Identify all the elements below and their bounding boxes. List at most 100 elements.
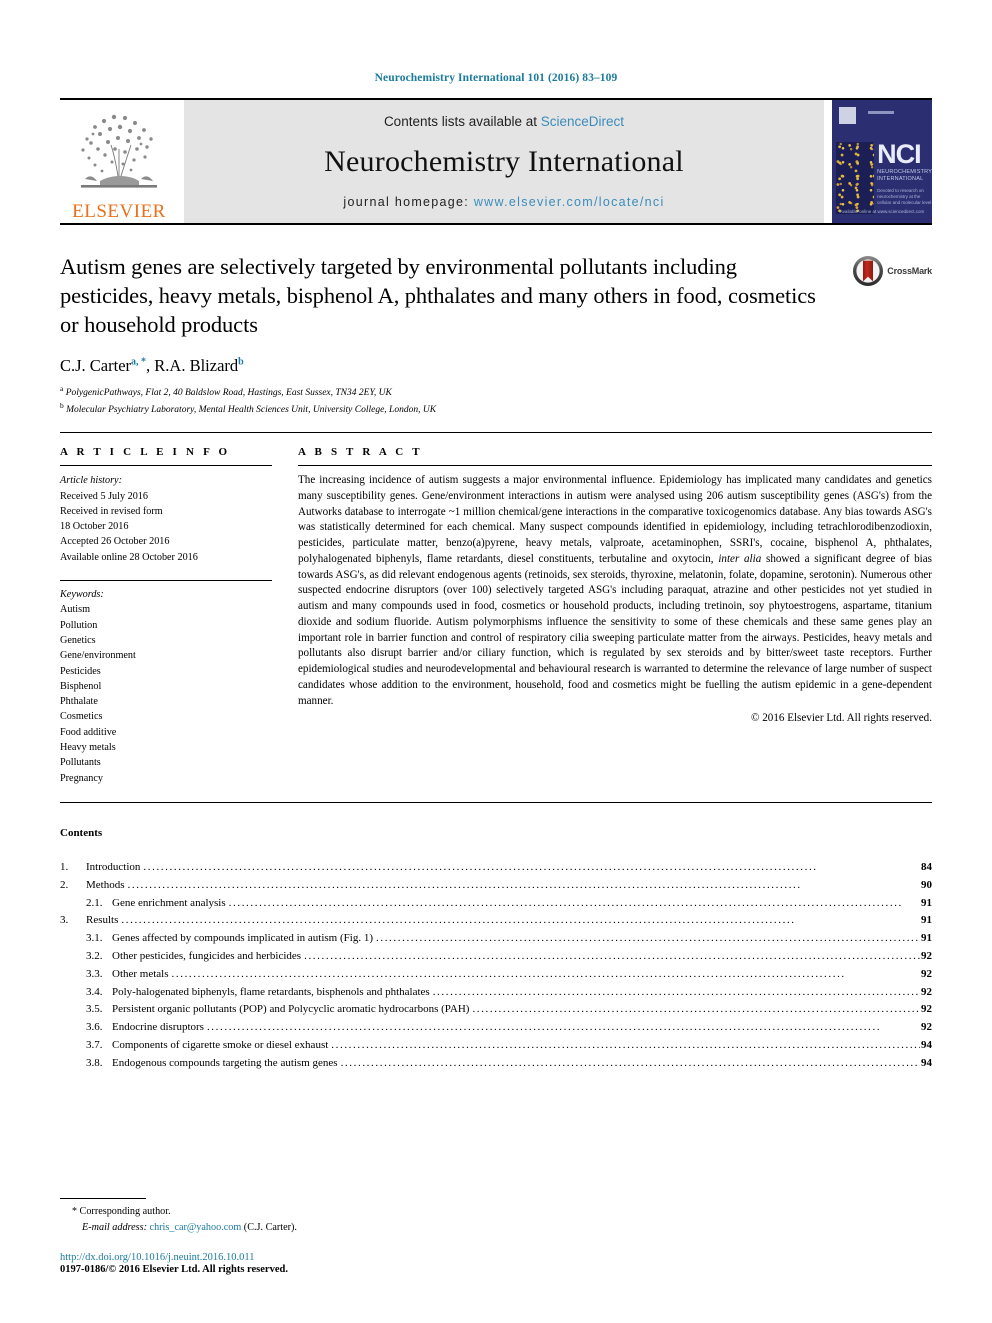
abstract-copyright: © 2016 Elsevier Ltd. All rights reserved…: [751, 712, 932, 725]
toc-row[interactable]: 1. Introduction ........................…: [60, 859, 932, 877]
toc-label[interactable]: Genes affected by compounds implicated i…: [112, 930, 373, 948]
toc-page: 92: [921, 949, 932, 962]
keywords-list: Keywords: Autism Pollution Genetics Gene…: [60, 587, 272, 786]
toc-label[interactable]: Poly-halogenated biphenyls, flame retard…: [112, 984, 430, 1002]
doi-link[interactable]: http://dx.doi.org/10.1016/j.neuint.2016.…: [60, 1252, 480, 1263]
abstract-heading: A B S T R A C T: [298, 446, 423, 459]
toc-row[interactable]: 3.7. Components of cigarette smoke or di…: [60, 1037, 932, 1055]
issn-copyright: 0197-0186/© 2016 Elsevier Ltd. All right…: [60, 1264, 288, 1275]
history-item: Received 5 July 2016: [60, 490, 148, 502]
toc-row[interactable]: 2. Methods .............................…: [60, 877, 932, 895]
cover-acronym: NCI: [877, 138, 921, 169]
toc-label[interactable]: Persistent organic pollutants (POP) and …: [112, 1001, 469, 1019]
page-title: Autism genes are selectively targeted by…: [60, 254, 816, 337]
email-label: E-mail address:: [82, 1221, 147, 1233]
affiliation-a: a PolygenicPathways, Flat 2, 40 Baldslow…: [60, 384, 932, 401]
elsevier-tree-icon: [81, 114, 157, 188]
email-line: E-mail address: chris_car@yahoo.com (C.J…: [60, 1220, 480, 1235]
toc-page: 94: [921, 1056, 932, 1069]
crossmark-badge[interactable]: CrossMark: [828, 253, 932, 287]
journal-masthead: ELSEVIER Contents lists available at Sci…: [60, 100, 932, 223]
footnote-rule: [60, 1198, 146, 1200]
history-item: Received in revised form: [60, 505, 163, 517]
table-of-contents: 1. Introduction ........................…: [60, 859, 932, 1073]
title-section-rule: [60, 432, 932, 434]
toc-row[interactable]: 3.2. Other pesticides, fungicides and he…: [60, 948, 932, 966]
affiliation-a-mark: a: [60, 384, 64, 394]
toc-page: 90: [921, 878, 932, 891]
contents-available-prefix: Contents lists available at: [383, 114, 541, 129]
toc-row[interactable]: 3.4. Poly-halogenated biphenyls, flame r…: [60, 984, 932, 1002]
history-item: Available online 28 October 2016: [60, 551, 198, 563]
toc-number: 3.3.: [86, 967, 103, 980]
toc-row[interactable]: 2.1. Gene enrichment analysis ..........…: [60, 895, 932, 913]
toc-row[interactable]: 3.3. Other metals ......................…: [60, 966, 932, 984]
author-list: C.J. Cartera, *, R.A. Blizardb: [60, 356, 244, 376]
toc-page: 92: [921, 1003, 932, 1016]
masthead-bottom-rule: [60, 223, 932, 225]
toc-label[interactable]: Other pesticides, fungicides and herbici…: [112, 948, 301, 966]
email-link[interactable]: chris_car@yahoo.com: [150, 1222, 242, 1233]
author-name-1: C.J. Carter: [60, 356, 132, 376]
toc-leader: ........................................…: [127, 878, 802, 891]
toc-number: 3.8.: [86, 1056, 103, 1069]
toc-page: 91: [921, 914, 932, 927]
toc-page: 92: [921, 967, 932, 980]
toc-number: 3.7.: [86, 1039, 103, 1051]
toc-label[interactable]: Introduction: [86, 859, 140, 877]
cover-top-rule: [868, 111, 894, 114]
article-info-heading: A R T I C L E I N F O: [60, 446, 231, 459]
contents-heading: Contents: [60, 826, 103, 839]
corresponding-author-marker: *: [72, 1206, 77, 1218]
toc-leader: ........................................…: [432, 985, 920, 998]
running-head: Neurochemistry International 101 (2016) …: [374, 72, 618, 84]
toc-label[interactable]: Gene enrichment analysis: [112, 895, 226, 913]
elsevier-logo: ELSEVIER: [60, 100, 178, 223]
toc-label[interactable]: Components of cigarette smoke or diesel …: [112, 1037, 328, 1055]
toc-number: 3.2.: [86, 949, 103, 962]
toc-row[interactable]: 3.5. Persistent organic pollutants (POP)…: [60, 1001, 932, 1019]
toc-page: 91: [921, 896, 932, 909]
keyword-item: Pregnancy: [60, 772, 103, 784]
journal-homepage-line: journal homepage: www.elsevier.com/locat…: [343, 195, 664, 209]
toc-row[interactable]: 3.1. Genes affected by compounds implica…: [60, 930, 932, 948]
abstract-column: A B S T R A C T The increasing incidence…: [298, 446, 932, 786]
keyword-item: Bisphenol: [60, 680, 102, 692]
toc-row[interactable]: 3. Results .............................…: [60, 912, 932, 930]
keyword-item: Cosmetics: [60, 711, 103, 723]
toc-label[interactable]: Other metals: [112, 966, 169, 984]
toc-leader: ........................................…: [143, 860, 818, 873]
doi-block: http://dx.doi.org/10.1016/j.neuint.2016.…: [60, 1252, 480, 1275]
toc-page: 94: [921, 1039, 932, 1051]
article-history-label: Article history:: [60, 475, 122, 487]
journal-homepage-link[interactable]: www.elsevier.com/locate/nci: [474, 195, 665, 209]
abstract-part1: The increasing incidence of autism sugge…: [298, 474, 932, 565]
affiliation-b-text: Molecular Psychiatry Laboratory, Mental …: [66, 405, 437, 416]
elsevier-wordmark: ELSEVIER: [72, 201, 166, 222]
keyword-item: Heavy metals: [60, 741, 116, 753]
abstract-rule: [298, 465, 932, 467]
toc-label[interactable]: Endocrine disruptors: [112, 1019, 204, 1037]
affiliation-list: a PolygenicPathways, Flat 2, 40 Baldslow…: [60, 384, 932, 418]
cover-titles: NCI NEUROCHEMISTRY INTERNATIONAL Devoted…: [874, 138, 932, 206]
toc-row[interactable]: 3.6. Endocrine disruptors ..............…: [60, 1019, 932, 1037]
page-footer: * Corresponding author. E-mail address: …: [60, 1198, 480, 1275]
keyword-item: Food additive: [60, 726, 117, 738]
toc-label[interactable]: Methods: [86, 877, 125, 895]
cover-middle-band: NCI NEUROCHEMISTRY INTERNATIONAL Devoted…: [832, 140, 932, 214]
abstract-section-rule: [60, 801, 932, 803]
abstract-part2: showed a significant degree of bias towa…: [298, 552, 932, 707]
abstract-italic-phrase: inter alia: [718, 552, 762, 565]
article-history: Article history: Received 5 July 2016 Re…: [60, 473, 272, 565]
crossmark-icon: [853, 256, 884, 286]
toc-row[interactable]: 3.8. Endogenous compounds targeting the …: [60, 1055, 932, 1073]
cover-artwork-image: [836, 141, 875, 214]
toc-leader: ........................................…: [171, 967, 846, 980]
toc-label[interactable]: Endogenous compounds targeting the autis…: [112, 1055, 338, 1073]
author-name-2: R.A. Blizard: [154, 356, 239, 376]
toc-leader: ........................................…: [340, 1056, 920, 1069]
toc-label[interactable]: Results: [86, 912, 118, 930]
sciencedirect-link[interactable]: ScienceDirect: [541, 114, 624, 129]
author-marks-2: b: [238, 356, 244, 368]
toc-leader: ........................................…: [206, 1021, 882, 1034]
